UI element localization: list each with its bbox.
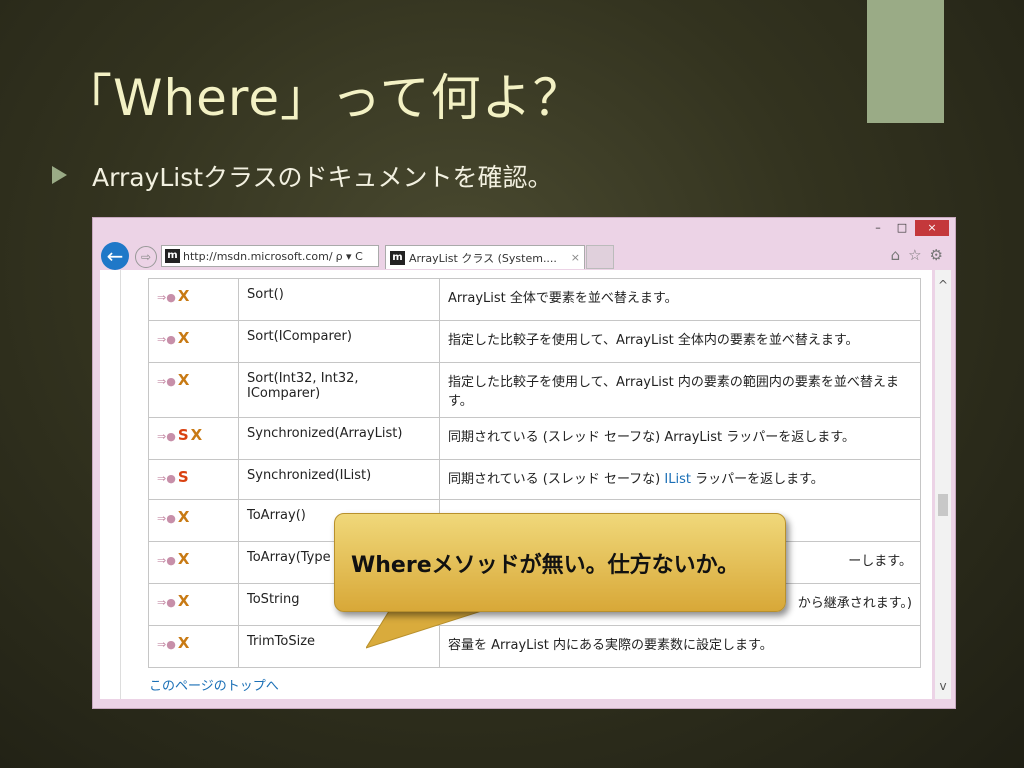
xna-icon: X <box>177 592 190 610</box>
xna-icon: X <box>177 329 190 347</box>
close-button[interactable]: × <box>915 220 949 236</box>
method-icon: ⇒● <box>157 430 176 443</box>
back-to-top-link[interactable]: このページのトップへ <box>149 675 279 694</box>
callout-box: Whereメソッドが無い。仕方ないか。 <box>334 513 786 612</box>
member-description: 指定した比較子を使用して、ArrayList 全体内の要素を並べ替えます。 <box>439 320 921 363</box>
member-flags: ⇒● X <box>148 320 239 363</box>
member-flags: ⇒● X <box>148 362 239 418</box>
method-icon: ⇒● <box>157 512 176 525</box>
window-controls: – □ × <box>867 220 949 236</box>
content-divider <box>120 270 121 699</box>
maximize-button[interactable]: □ <box>891 220 913 236</box>
ilist-link[interactable]: IList <box>664 472 691 487</box>
method-icon: ⇒● <box>157 375 176 388</box>
member-name-link[interactable]: Sort(IComparer) <box>238 320 440 363</box>
member-name-link[interactable]: Sort() <box>238 278 440 321</box>
back-button[interactable]: ← <box>101 242 129 270</box>
address-search-refresh-icons[interactable]: ρ ▾ C <box>336 250 363 263</box>
table-row: ⇒● S Synchronized(IList) 同期されている (スレッド セー… <box>148 459 921 500</box>
static-icon: S <box>177 468 189 486</box>
browser-tab[interactable]: m ArrayList クラス (System.... × <box>385 245 585 269</box>
description-text: ラッパーを返します。 <box>690 472 824 487</box>
forward-arrow-icon: ⇨ <box>140 250 152 264</box>
member-description: 同期されている (スレッド セーフな) IList ラッパーを返します。 <box>439 459 921 500</box>
member-flags: ⇒● X <box>148 499 239 542</box>
settings-icon[interactable]: ⚙ <box>930 246 943 264</box>
member-name-link[interactable]: Synchronized(ArrayList) <box>238 417 440 460</box>
member-flags: ⇒● X <box>148 278 239 321</box>
xna-icon: X <box>177 371 190 389</box>
bullet-arrow-icon <box>52 166 67 184</box>
back-arrow-icon: ← <box>106 244 124 268</box>
bullet-text: ArrayListクラスのドキュメントを確認。 <box>92 163 553 192</box>
new-tab-button[interactable] <box>586 245 614 269</box>
method-icon: ⇒● <box>157 291 176 304</box>
table-row: ⇒● X Sort(Int32, Int32, IComparer) 指定した比較… <box>148 362 921 418</box>
method-icon: ⇒● <box>157 554 176 567</box>
table-row: ⇒● X Sort(IComparer) 指定した比較子を使用して、ArrayLi… <box>148 320 921 363</box>
scroll-up-icon[interactable]: ^ <box>935 278 951 292</box>
home-icon[interactable]: ⌂ <box>891 246 901 264</box>
browser-toolbar-icons: ⌂ ☆ ⚙ <box>891 246 943 264</box>
method-icon: ⇒● <box>157 472 176 485</box>
member-description: ArrayList 全体で要素を並べ替えます。 <box>439 278 921 321</box>
method-icon: ⇒● <box>157 638 176 651</box>
method-icon: ⇒● <box>157 596 176 609</box>
xna-icon: X <box>177 634 190 652</box>
table-row: ⇒● S X Synchronized(ArrayList) 同期されている (スレ… <box>148 417 921 460</box>
minimize-button[interactable]: – <box>867 220 889 236</box>
address-text: http://msdn.microsoft.com/ <box>183 249 333 263</box>
site-icon: m <box>165 249 180 263</box>
static-icon: S <box>177 426 189 444</box>
tab-close-icon[interactable]: × <box>571 251 580 264</box>
tab-site-icon: m <box>390 250 405 265</box>
vertical-scrollbar[interactable]: ^ v <box>935 270 951 699</box>
xna-icon: X <box>177 550 190 568</box>
member-flags: ⇒● X <box>148 625 239 668</box>
member-name-link[interactable]: Sort(Int32, Int32, IComparer) <box>238 362 440 418</box>
xna-icon: X <box>190 426 203 444</box>
member-flags: ⇒● S <box>148 459 239 500</box>
member-description: 同期されている (スレッド セーフな) ArrayList ラッパーを返します。 <box>439 417 921 460</box>
forward-button[interactable]: ⇨ <box>135 246 157 268</box>
member-flags: ⇒● S X <box>148 417 239 460</box>
table-row: ⇒● X Sort() ArrayList 全体で要素を並べ替えます。 <box>148 278 921 321</box>
member-flags: ⇒● X <box>148 583 239 626</box>
scroll-thumb[interactable] <box>938 494 948 516</box>
slide-title: 「Where」って何よ？ <box>62 69 584 127</box>
scroll-down-icon[interactable]: v <box>935 679 951 693</box>
member-name-link[interactable]: Synchronized(IList) <box>238 459 440 500</box>
xna-icon: X <box>177 287 190 305</box>
accent-bar <box>867 0 944 123</box>
tab-title: ArrayList クラス (System.... <box>409 251 557 265</box>
callout-text: Whereメソッドが無い。仕方ないか。 <box>351 552 740 578</box>
description-text: 同期されている (スレッド セーフな) <box>448 472 665 487</box>
member-description: 指定した比較子を使用して、ArrayList 内の要素の範囲内の要素を並べ替えま… <box>439 362 921 418</box>
address-bar[interactable]: m http://msdn.microsoft.com/ ρ ▾ C <box>161 245 379 267</box>
favorites-icon[interactable]: ☆ <box>908 246 921 264</box>
xna-icon: X <box>177 508 190 526</box>
member-flags: ⇒● X <box>148 541 239 584</box>
method-icon: ⇒● <box>157 333 176 346</box>
